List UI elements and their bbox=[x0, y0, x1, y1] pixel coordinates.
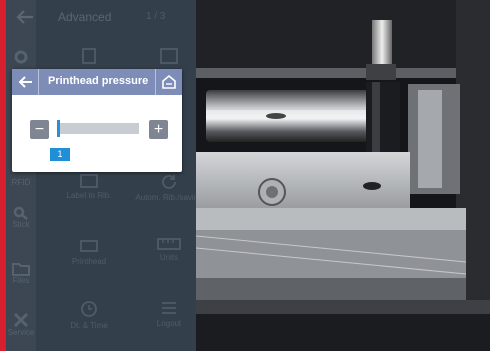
page-title: Advanced bbox=[58, 10, 112, 24]
printer-mechanism-image bbox=[196, 0, 490, 351]
ruler-icon bbox=[157, 238, 181, 250]
pressure-slider-thumb[interactable] bbox=[57, 120, 60, 137]
tile-ribbon[interactable] bbox=[54, 48, 124, 67]
sidebar-item-files[interactable]: Files bbox=[6, 262, 36, 285]
sidebar-item-label: Files bbox=[12, 276, 30, 285]
header-divider bbox=[38, 69, 39, 95]
tile-label: Dt. & Time bbox=[70, 321, 108, 330]
tile-label: Autom. Rib./saving bbox=[135, 193, 203, 202]
increase-button[interactable]: + bbox=[149, 120, 168, 139]
pressure-slider-track[interactable] bbox=[57, 123, 139, 134]
gear-icon bbox=[14, 50, 28, 64]
clock-icon bbox=[81, 301, 97, 317]
sidebar-item-service[interactable]: Service bbox=[6, 312, 36, 337]
tile-label: Label to Rib. bbox=[66, 191, 112, 200]
advanced-menu-panel: Advanced 1 / 3 Label to Rib. Autom. Rib.… bbox=[16, 0, 203, 351]
back-arrow-icon bbox=[18, 76, 32, 88]
logout-icon bbox=[162, 302, 176, 314]
topbar: Advanced 1 / 3 bbox=[16, 0, 196, 34]
printhead-icon bbox=[80, 240, 98, 252]
decrease-button[interactable]: − bbox=[30, 120, 49, 139]
dialog-header: Printhead pressure bbox=[12, 69, 182, 95]
dialog-title: Printhead pressure bbox=[48, 75, 149, 87]
tile-auto-ribbon-saving[interactable]: Autom. Rib./saving bbox=[134, 174, 204, 202]
home-icon bbox=[162, 74, 176, 89]
back-arrow-icon[interactable] bbox=[16, 9, 34, 25]
tools-icon bbox=[13, 312, 29, 328]
sidebar-item-label: Service bbox=[7, 328, 35, 337]
tile-date-time[interactable]: Dt. & Time bbox=[54, 300, 124, 330]
stick-icon bbox=[13, 206, 28, 220]
sidebar-item-label: Stick bbox=[12, 220, 30, 229]
refresh-icon bbox=[162, 175, 176, 189]
tile-label: Printhead bbox=[71, 257, 107, 266]
sidebar-item-settings[interactable] bbox=[6, 48, 36, 66]
tile-logout[interactable]: Logout bbox=[134, 300, 204, 328]
folder-icon bbox=[12, 263, 30, 276]
sidebar-item-rfid[interactable]: RFID bbox=[6, 178, 36, 187]
tile-printhead[interactable]: Printhead bbox=[54, 238, 124, 266]
pressure-value-badge: 1 bbox=[50, 148, 70, 161]
page-indicator: 1 / 3 bbox=[146, 11, 166, 22]
tile-label: Logout bbox=[156, 319, 182, 328]
home-button[interactable] bbox=[155, 69, 182, 95]
dialog-back-button[interactable] bbox=[12, 69, 38, 95]
printer-illustration bbox=[196, 0, 490, 351]
tile-label: Units bbox=[159, 253, 179, 262]
sidebar-item-stick[interactable]: Stick bbox=[6, 206, 36, 229]
sidebar: RFID Stick Files Service bbox=[6, 0, 36, 351]
ribbon-save-icon bbox=[160, 48, 178, 64]
ribbon-icon bbox=[82, 48, 96, 64]
sidebar-item-label: RFID bbox=[11, 178, 31, 187]
printhead-pressure-dialog: Printhead pressure − + 1 bbox=[12, 69, 182, 172]
tile-label-to-ribbon[interactable]: Label to Rib. bbox=[54, 174, 124, 200]
tile-units[interactable]: Units bbox=[134, 238, 204, 262]
label-ribbon-icon bbox=[80, 174, 98, 188]
tile-ribbon-save[interactable] bbox=[134, 48, 204, 67]
